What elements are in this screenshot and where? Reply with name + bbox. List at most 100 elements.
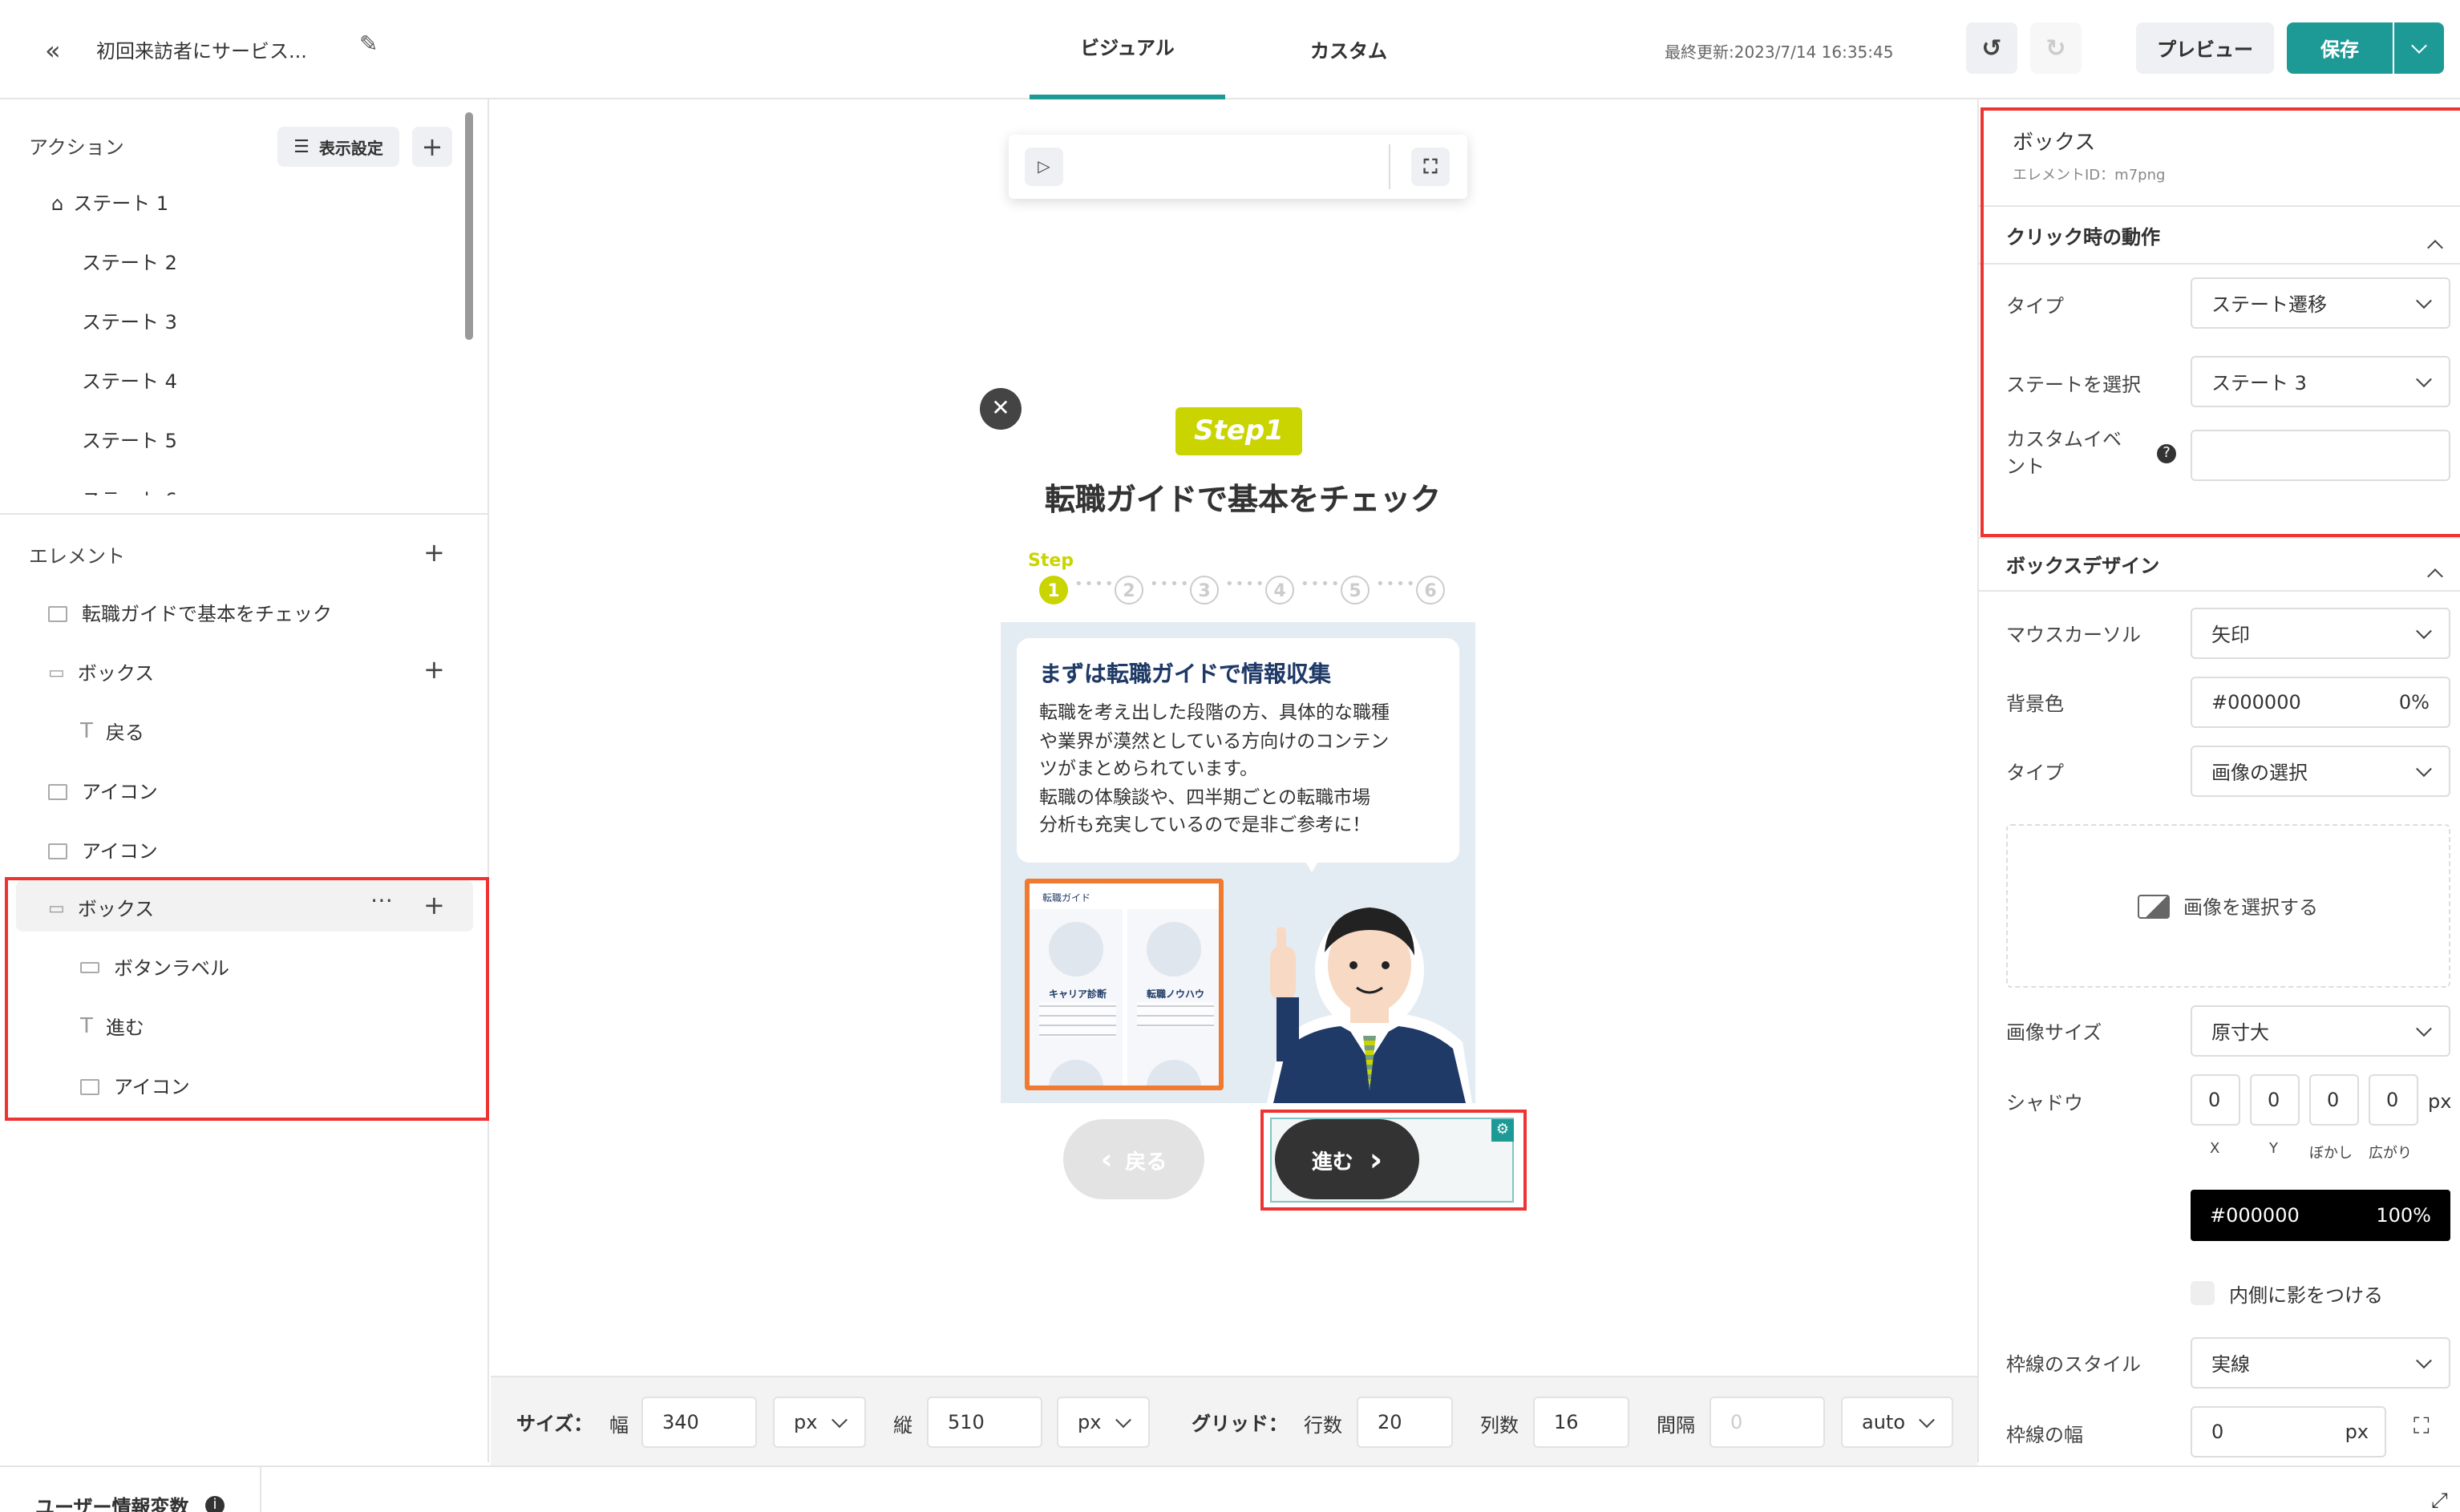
play-button[interactable]: ▷ [1025, 148, 1063, 186]
fullscreen-button[interactable]: ⛶ [1411, 148, 1450, 186]
width-input[interactable]: 340 [641, 1397, 757, 1448]
grid-label: グリッド： [1192, 1413, 1289, 1435]
expand-icon[interactable]: ⤢ [2431, 1490, 2448, 1512]
divider [1979, 590, 2460, 592]
highlight-box-canvas [1260, 1110, 1527, 1211]
states-scrollbar[interactable] [465, 112, 473, 340]
gap-input[interactable]: 0 [1709, 1397, 1825, 1448]
businessman-illustration [1267, 908, 1472, 1103]
close-icon: ✕ [991, 396, 1010, 422]
state-item-4[interactable]: ステート 4 [82, 367, 177, 394]
sliders-icon: ☰ [293, 136, 310, 157]
bg-color-input[interactable]: #000000 0% [2191, 677, 2450, 728]
element-box-1[interactable]: ▭ ボックス [48, 659, 154, 686]
right-panel: ボックス エレメントID：m7png クリック時の動作 タイプ ステート遷移 ス… [1977, 99, 2460, 1462]
career-icon [1049, 922, 1103, 976]
redo-icon: ↻ [2045, 34, 2066, 63]
chevron-down-icon [1115, 1412, 1131, 1429]
border-style-select[interactable]: 実線 [2191, 1337, 2450, 1389]
last-updated-text: 最終更新:2023/7/14 16:35:45 [1665, 45, 1894, 63]
border-width-input[interactable]: 0 px [2191, 1406, 2386, 1457]
guide-card-header: 転職ガイド [1042, 893, 1091, 904]
guide-cell2-lines [1137, 1002, 1214, 1028]
image-size-select[interactable]: 原寸大 [2191, 1005, 2450, 1057]
shadow-x-input[interactable]: 0 [2191, 1074, 2240, 1126]
cursor-label: マウスカーソル [2006, 624, 2142, 646]
undo-icon: ↺ [1981, 34, 2002, 63]
redo-button[interactable]: ↻ [2030, 22, 2082, 74]
bubble-title: まずは転職ガイドで情報収集 [1039, 662, 1331, 688]
rows-label: 行数 [1304, 1414, 1343, 1437]
canvas-toolbar [1009, 135, 1467, 199]
folder-icon: ▭ [48, 662, 65, 683]
back-double-chevron-icon[interactable]: « [45, 35, 74, 66]
rows-input[interactable]: 20 [1357, 1397, 1453, 1448]
cursor-select[interactable]: 矢印 [2191, 608, 2450, 659]
inner-shadow-checkbox[interactable] [2191, 1281, 2215, 1305]
back-button[interactable]: ‹ 戻る [1063, 1119, 1204, 1199]
step-label: Step [1028, 550, 1074, 571]
state-item-5[interactable]: ステート 5 [82, 427, 177, 454]
state-item-3[interactable]: ステート 3 [82, 308, 177, 335]
top-header: « 初回来訪者にサービス... ✎ ビジュアル カスタム 最終更新:2023/7… [0, 0, 2460, 99]
user-vars-label[interactable]: ユーザー情報変数 [35, 1493, 189, 1512]
divider [0, 513, 489, 515]
image-icon [48, 843, 67, 859]
element-back-text[interactable]: T 戻る [80, 718, 144, 746]
shadow-blur-input[interactable]: 0 [2309, 1074, 2359, 1126]
design-section-header[interactable]: ボックスデザイン [1979, 539, 2460, 590]
edit-pencil-icon[interactable]: ✎ [359, 32, 378, 58]
save-dropdown-button[interactable] [2394, 22, 2444, 74]
height-input[interactable]: 510 [927, 1397, 1042, 1448]
shadow-color-input[interactable]: #000000 100% [2191, 1190, 2450, 1241]
cols-input[interactable]: 16 [1533, 1397, 1629, 1448]
actions-title: アクション [29, 136, 124, 159]
info-icon[interactable]: i [205, 1496, 225, 1512]
step-dots: •••• •••• •••• •••• •••• [1074, 577, 1417, 593]
shadow-unit: px [2428, 1090, 2452, 1113]
image-drop-zone[interactable]: 画像を選択する [2006, 824, 2450, 988]
guide-cell2-title: 転職ノウハウ [1147, 989, 1205, 1001]
chevron-down-icon [2416, 1021, 2432, 1037]
close-button[interactable]: ✕ [980, 388, 1022, 430]
chevron-down-icon [2416, 623, 2432, 640]
state-item-1[interactable]: ⌂ ステート 1 [51, 189, 168, 216]
tab-custom[interactable]: カスタム [1251, 0, 1446, 99]
save-button[interactable]: 保存 [2287, 22, 2393, 74]
add-action-button[interactable]: + [412, 127, 452, 167]
toolbar-divider [1389, 144, 1390, 189]
preview-button[interactable]: プレビュー [2136, 22, 2274, 74]
state-item-6[interactable]: ステート 6 [82, 486, 177, 495]
width-unit-select[interactable]: px [773, 1397, 866, 1448]
add-element-button[interactable]: + [423, 537, 445, 568]
step-6: 6 [1416, 576, 1445, 604]
step-badge: Step1 [1175, 407, 1302, 455]
border-style-label: 枠線のスタイル [2006, 1353, 2142, 1376]
chevron-down-icon [2411, 37, 2427, 53]
height-unit-select[interactable]: px [1057, 1397, 1150, 1448]
state-item-6-clip: ステート 6 [82, 481, 210, 495]
element-heading-image[interactable]: 転職ガイドで基本をチェック [48, 600, 332, 627]
shadow-x-caption: X [2210, 1142, 2220, 1158]
guide-cell1-title: キャリア診断 [1049, 989, 1107, 1001]
chevron-down-icon [2416, 1352, 2432, 1369]
shadow-spread-input[interactable]: 0 [2369, 1074, 2418, 1126]
gap-mode-select[interactable]: auto [1841, 1397, 1953, 1448]
chevron-down-icon [831, 1412, 848, 1429]
fill-type-label: タイプ [2006, 762, 2065, 784]
inner-shadow-label: 内側に影をつける [2229, 1284, 2384, 1307]
undo-button[interactable]: ↺ [1966, 22, 2017, 74]
fill-type-select[interactable]: 画像の選択 [2191, 746, 2450, 797]
highlight-box-right [1981, 107, 2460, 537]
state-item-2[interactable]: ステート 2 [82, 249, 177, 276]
step-1: 1 [1039, 576, 1068, 604]
add-box-child-button[interactable]: + [423, 654, 445, 685]
shadow-y-input[interactable]: 0 [2250, 1074, 2300, 1126]
fullscreen-icon: ⛶ [1423, 155, 1438, 177]
display-settings-button[interactable]: ☰ 表示設定 [277, 127, 399, 167]
shadow-label: シャドウ [2006, 1092, 2084, 1114]
tab-visual[interactable]: ビジュアル [1030, 0, 1225, 99]
expand-corners-icon[interactable]: ⛶ [2413, 1414, 2430, 1440]
element-icon-1[interactable]: アイコン [48, 778, 158, 805]
element-icon-2[interactable]: アイコン [48, 837, 158, 864]
